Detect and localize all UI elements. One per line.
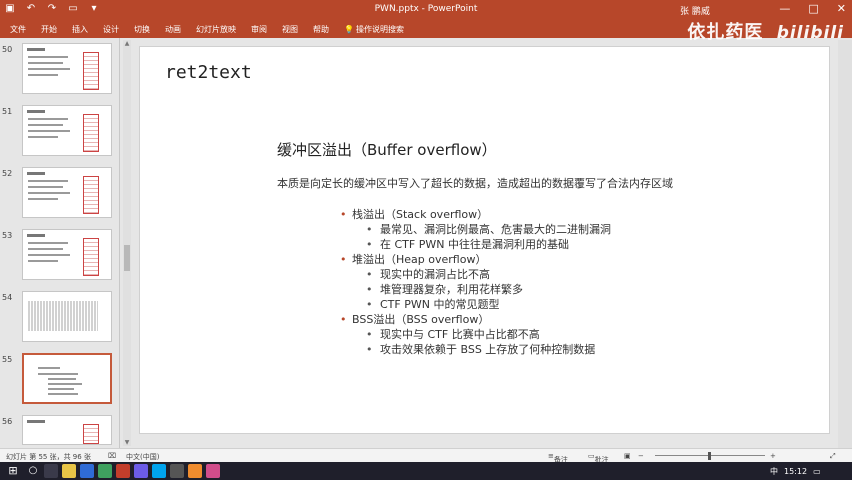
sub-bullet: 现实中与 CTF 比赛中占比都不高 [340,327,611,342]
tell-me-search[interactable]: 💡 操作说明搜索 [344,24,404,35]
clock[interactable]: 15:12 [784,467,807,476]
bullet-heap-overflow: 堆溢出（Heap overflow） [340,252,611,267]
file-explorer-icon[interactable] [62,464,76,478]
windows-start-icon[interactable]: ⊞ [6,464,20,478]
bullet-stack-overflow: 栈溢出（Stack overflow） [340,207,611,222]
app-icon[interactable] [98,464,112,478]
slide-thumbnail[interactable] [22,229,112,280]
slide-number: 52 [2,169,13,178]
task-view-icon[interactable] [44,464,58,478]
minimize-button[interactable]: — [779,2,790,15]
tab-help[interactable]: 帮助 [313,24,329,35]
tab-animations[interactable]: 动画 [165,24,181,35]
sub-bullet: 在 CTF PWN 中往往是漏洞利用的基础 [340,237,611,252]
tab-insert[interactable]: 插入 [72,24,88,35]
powerpoint-taskbar-icon[interactable] [116,464,130,478]
sub-bullet: 攻击效果依赖于 BSS 上存放了何种控制数据 [340,342,611,357]
slide-thumbnail[interactable] [22,105,112,156]
watermark-text: 依扎药医 [687,22,764,43]
slide-thumbnail[interactable] [22,43,112,94]
notification-icon[interactable]: ▭ [813,467,821,476]
zoom-slider-knob[interactable] [708,452,711,460]
video-watermark: 依扎药医 bilibili [687,18,844,44]
editor-scrollbar[interactable] [838,40,852,448]
slide-number: 55 [2,355,13,364]
slide-heading[interactable]: 缓冲区溢出（Buffer overflow） [277,139,497,160]
slide-count: 幻灯片 第 55 张，共 96 张 [6,453,91,461]
app-icon[interactable] [152,464,166,478]
lightbulb-icon: 💡 [344,25,354,34]
slide-thumbnail[interactable] [22,167,112,218]
windows-taskbar: ⊞ ○ 中 15:12 ▭ [0,462,852,480]
slide-number: 51 [2,107,13,116]
tab-home[interactable]: 开始 [41,24,57,35]
system-tray: 中 15:12 ▭ [770,466,821,477]
scrollbar-thumb[interactable] [124,245,130,271]
bullet-list[interactable]: 栈溢出（Stack overflow） 最常见、漏洞比例最高、危害最大的二进制漏… [340,207,611,357]
app-icon[interactable] [188,464,202,478]
sub-bullet: 最常见、漏洞比例最高、危害最大的二进制漏洞 [340,222,611,237]
slide-thumbnail-active[interactable] [22,353,112,404]
bullet-bss-overflow: BSS溢出（BSS overflow） [340,312,611,327]
slide-number: 56 [2,417,13,426]
language-indicator[interactable]: 中文(中国) [126,452,159,462]
slide-description[interactable]: 本质是向定长的缓冲区中写入了超长的数据，造成超出的数据覆写了合法内存区域 [277,175,673,191]
comments-button[interactable]: ▭ 批注 [588,452,609,464]
sub-bullet: CTF PWN 中的常见题型 [340,297,611,312]
status-bar: 幻灯片 第 55 张，共 96 张 ⌧ 中文(中国) ≡ 备注 ▭ 批注 ▣ −… [0,448,852,464]
normal-view-icon[interactable]: ▣ [624,452,631,460]
tab-view[interactable]: 视图 [282,24,298,35]
browser-icon[interactable] [80,464,94,478]
thumbnail-scrollbar[interactable]: ▲ ▼ [123,40,131,446]
app-icon[interactable] [206,464,220,478]
slide-thumbnail[interactable] [22,415,112,445]
tell-me-label: 操作说明搜索 [355,25,404,34]
maximize-button[interactable]: □ [808,2,818,15]
tab-review[interactable]: 审阅 [251,24,267,35]
zoom-out-icon[interactable]: − [638,452,644,460]
ime-indicator[interactable]: 中 [770,466,778,477]
slide-title[interactable]: ret2text [165,62,252,83]
tab-slideshow[interactable]: 幻灯片放映 [196,24,236,35]
tab-file[interactable]: 文件 [10,24,26,35]
notes-button[interactable]: ≡ 备注 [548,452,568,464]
scroll-up-icon[interactable]: ▲ [123,40,131,47]
document-title: PWN.pptx - PowerPoint [374,4,478,14]
search-icon[interactable]: ○ [26,464,40,478]
window-controls: — □ ✕ [779,2,846,15]
user-name[interactable]: 张 鹏威 [680,4,710,17]
title-bar: ▣ ↶ ↷ ▭ ▾ PWN.pptx - PowerPoint 张 鹏威 — □… [0,0,852,20]
close-button[interactable]: ✕ [837,2,846,15]
slide-canvas[interactable]: ret2text 缓冲区溢出（Buffer overflow） 本质是向定长的缓… [139,46,830,434]
scroll-down-icon[interactable]: ▼ [123,439,131,446]
sub-bullet: 现实中的漏洞占比不高 [340,267,611,282]
slide-number: 53 [2,231,13,240]
powerpoint-window: ▣ ↶ ↷ ▭ ▾ PWN.pptx - PowerPoint 张 鹏威 — □… [0,0,852,480]
app-icon[interactable] [170,464,184,478]
tab-transitions[interactable]: 切换 [134,24,150,35]
sub-bullet: 堆管理器复杂，利用花样繁多 [340,282,611,297]
slide-number: 50 [2,45,13,54]
slide-thumbnail[interactable] [22,291,112,342]
fit-slide-icon[interactable]: ⤢ [830,452,836,461]
bilibili-logo: bilibili [776,23,844,43]
spellcheck-icon[interactable]: ⌧ [108,452,116,460]
slide-thumbnail-pane: 50 51 52 53 54 55 56 [0,38,120,448]
app-icon[interactable] [134,464,148,478]
zoom-in-icon[interactable]: + [770,452,776,460]
slide-number: 54 [2,293,13,302]
tab-design[interactable]: 设计 [103,24,119,35]
